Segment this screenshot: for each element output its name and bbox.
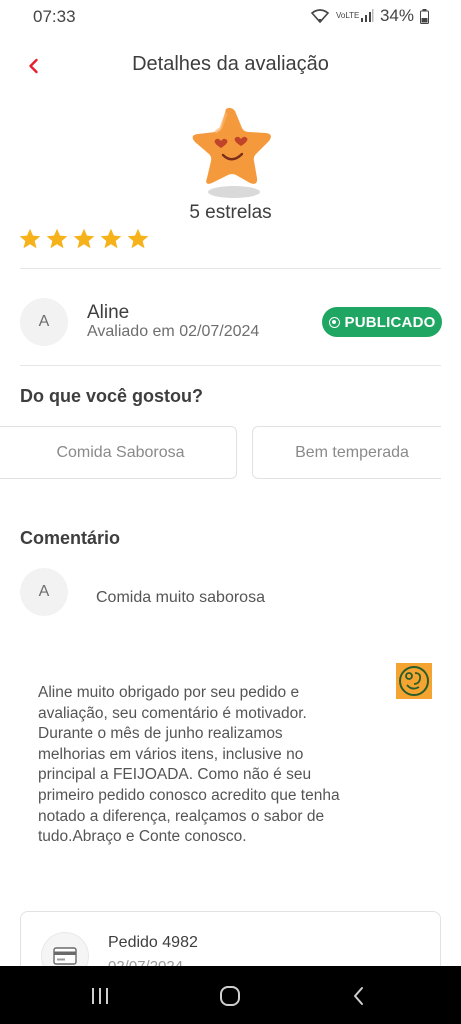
store-reply-text: Aline muito obrigado por seu pedido e av… — [38, 684, 340, 846]
wifi-icon — [310, 9, 330, 24]
rating-label: 5 estrelas — [189, 202, 272, 223]
reviewer-name: Aline — [87, 302, 130, 323]
comment-avatar: A — [20, 568, 68, 616]
star-icon — [73, 228, 95, 249]
status-time: 07:33 — [33, 7, 76, 26]
chip-comida-saborosa[interactable]: Comida Saborosa — [0, 426, 237, 479]
divider — [20, 268, 441, 269]
order-title: Pedido 4982 — [108, 934, 198, 951]
page-title: Detalhes da avaliação — [132, 53, 329, 75]
status-badge-label: PUBLICADO — [344, 313, 436, 331]
star-icon — [127, 228, 149, 249]
back-icon[interactable] — [346, 983, 372, 1009]
page-header: Detalhes da avaliação — [0, 48, 461, 84]
star-icon — [100, 228, 122, 249]
status-icons: VoLTE 34% — [310, 6, 429, 26]
home-icon[interactable] — [217, 983, 243, 1009]
published-dot-icon — [328, 316, 340, 328]
reviewer-avatar: A — [20, 298, 68, 346]
comment-text: Comida muito saborosa — [96, 589, 265, 606]
system-nav-bar — [0, 966, 461, 1024]
review-date: Avaliado em 02/07/2024 — [87, 323, 260, 340]
recents-icon[interactable] — [87, 983, 113, 1009]
likes-section-title: Do que você gostou? — [20, 386, 204, 406]
volte-icon: VoLTE — [335, 11, 360, 20]
divider — [20, 365, 441, 366]
smiling-star-mascot-icon — [186, 106, 276, 201]
star-rating — [18, 227, 150, 251]
chip-bem-temperada[interactable]: Bem temperada — [252, 426, 441, 479]
battery-percent: 34% — [379, 6, 414, 25]
star-icon — [46, 228, 68, 249]
likes-chip-list[interactable]: Comida Saborosa Bem temperada — [0, 425, 441, 481]
comment-section-title: Comentário — [20, 528, 121, 548]
signal-icon — [360, 9, 374, 22]
status-bar: 07:33 VoLTE 34% — [0, 0, 461, 34]
star-icon — [19, 228, 41, 249]
feijoada-store-logo-icon — [396, 663, 432, 699]
battery-icon — [420, 8, 429, 24]
status-badge: PUBLICADO — [322, 307, 442, 337]
